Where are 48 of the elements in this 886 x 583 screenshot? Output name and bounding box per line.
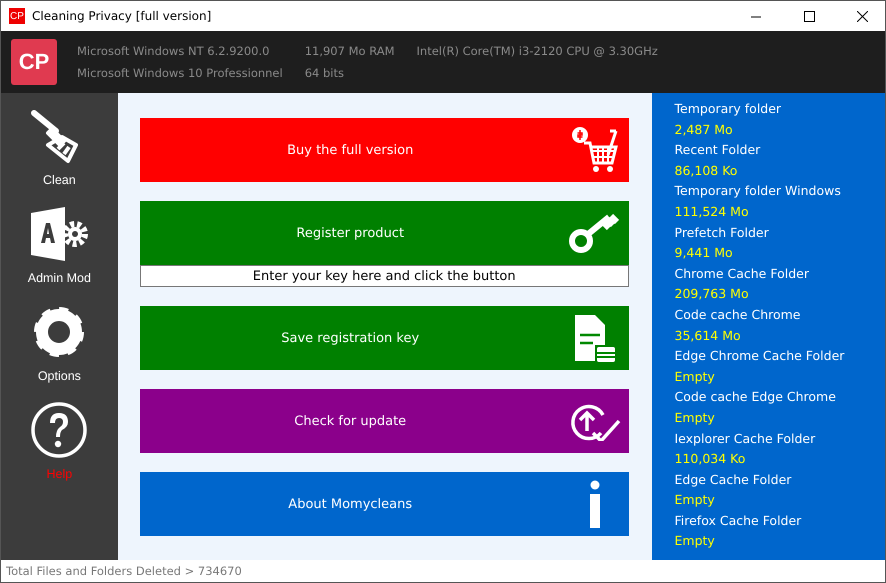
folder-size: 209,763 Mo xyxy=(674,285,750,304)
folder-name: Firefox Cache Folder xyxy=(674,512,802,530)
folder-size: Empty xyxy=(674,408,716,427)
status-text: Total Files and Folders Deleted > 734670 xyxy=(6,564,242,578)
folder-size: 111,524 Mo xyxy=(674,202,750,221)
action-button[interactable]: Save registration key xyxy=(140,306,629,370)
help-icon xyxy=(30,401,88,459)
key-icon xyxy=(568,213,621,253)
action-button[interactable]: Register product xyxy=(140,201,629,265)
key-input-field[interactable]: Enter your key here and click the button xyxy=(140,265,629,287)
folder-name: Prefetch Folder xyxy=(674,224,770,242)
folder-size: 86,108 Ko xyxy=(674,162,738,180)
folder-name: Edge Cache Folder xyxy=(674,470,792,489)
window-title: Cleaning Privacy [full version] xyxy=(32,9,212,23)
admin-gear-icon xyxy=(29,205,90,263)
folder-size: Empty xyxy=(674,532,716,550)
folder-name: Code cache Chrome xyxy=(674,306,802,324)
info-icon xyxy=(588,480,602,528)
folder-name: Code cache Edge Chrome xyxy=(674,388,837,406)
folder-name: Edge Chrome Cache Folder xyxy=(674,347,846,366)
system-info: Microsoft Windows 10 Professionnel xyxy=(77,66,283,80)
folder-size: 2,487 Mo xyxy=(674,120,734,139)
folder-size: 35,614 Mo xyxy=(674,326,742,345)
maximize-icon xyxy=(804,10,814,22)
system-info: Intel(R) Core(TM) i3-2120 CPU @ 3.30GHz xyxy=(416,44,658,58)
document-icon xyxy=(572,313,617,363)
system-info: Microsoft Windows NT 6.2.9200.0 xyxy=(77,44,270,58)
system-info: 64 bits xyxy=(304,66,345,80)
app-icon: CP xyxy=(9,8,25,24)
sidebar-item[interactable]: Clean xyxy=(30,107,88,187)
app-logo: CP xyxy=(11,39,57,85)
sidebar-item[interactable]: Options xyxy=(30,303,88,383)
folder-size: 9,441 Mo xyxy=(674,244,734,262)
folder-size: 110,034 Ko xyxy=(674,450,746,468)
folder-name: Temporary folder xyxy=(674,100,782,118)
close-icon xyxy=(856,10,868,22)
folder-name: Chrome Cache Folder xyxy=(674,264,810,283)
cart-icon xyxy=(570,125,620,175)
action-button[interactable]: Buy the full version xyxy=(140,118,629,182)
folder-name: Temporary folder Windows xyxy=(674,182,842,200)
folder-name: Iexplorer Cache Folder xyxy=(674,430,816,448)
folder-size: Empty xyxy=(674,491,716,510)
action-button[interactable]: About Momycleans xyxy=(140,472,629,536)
system-info: 11,907 Mo RAM xyxy=(304,44,395,58)
folder-name: Recent Folder xyxy=(674,141,762,160)
sidebar-item[interactable]: Admin Mod xyxy=(28,205,91,285)
action-button[interactable]: Check for update xyxy=(140,389,629,453)
folder-size: Empty xyxy=(674,368,716,386)
